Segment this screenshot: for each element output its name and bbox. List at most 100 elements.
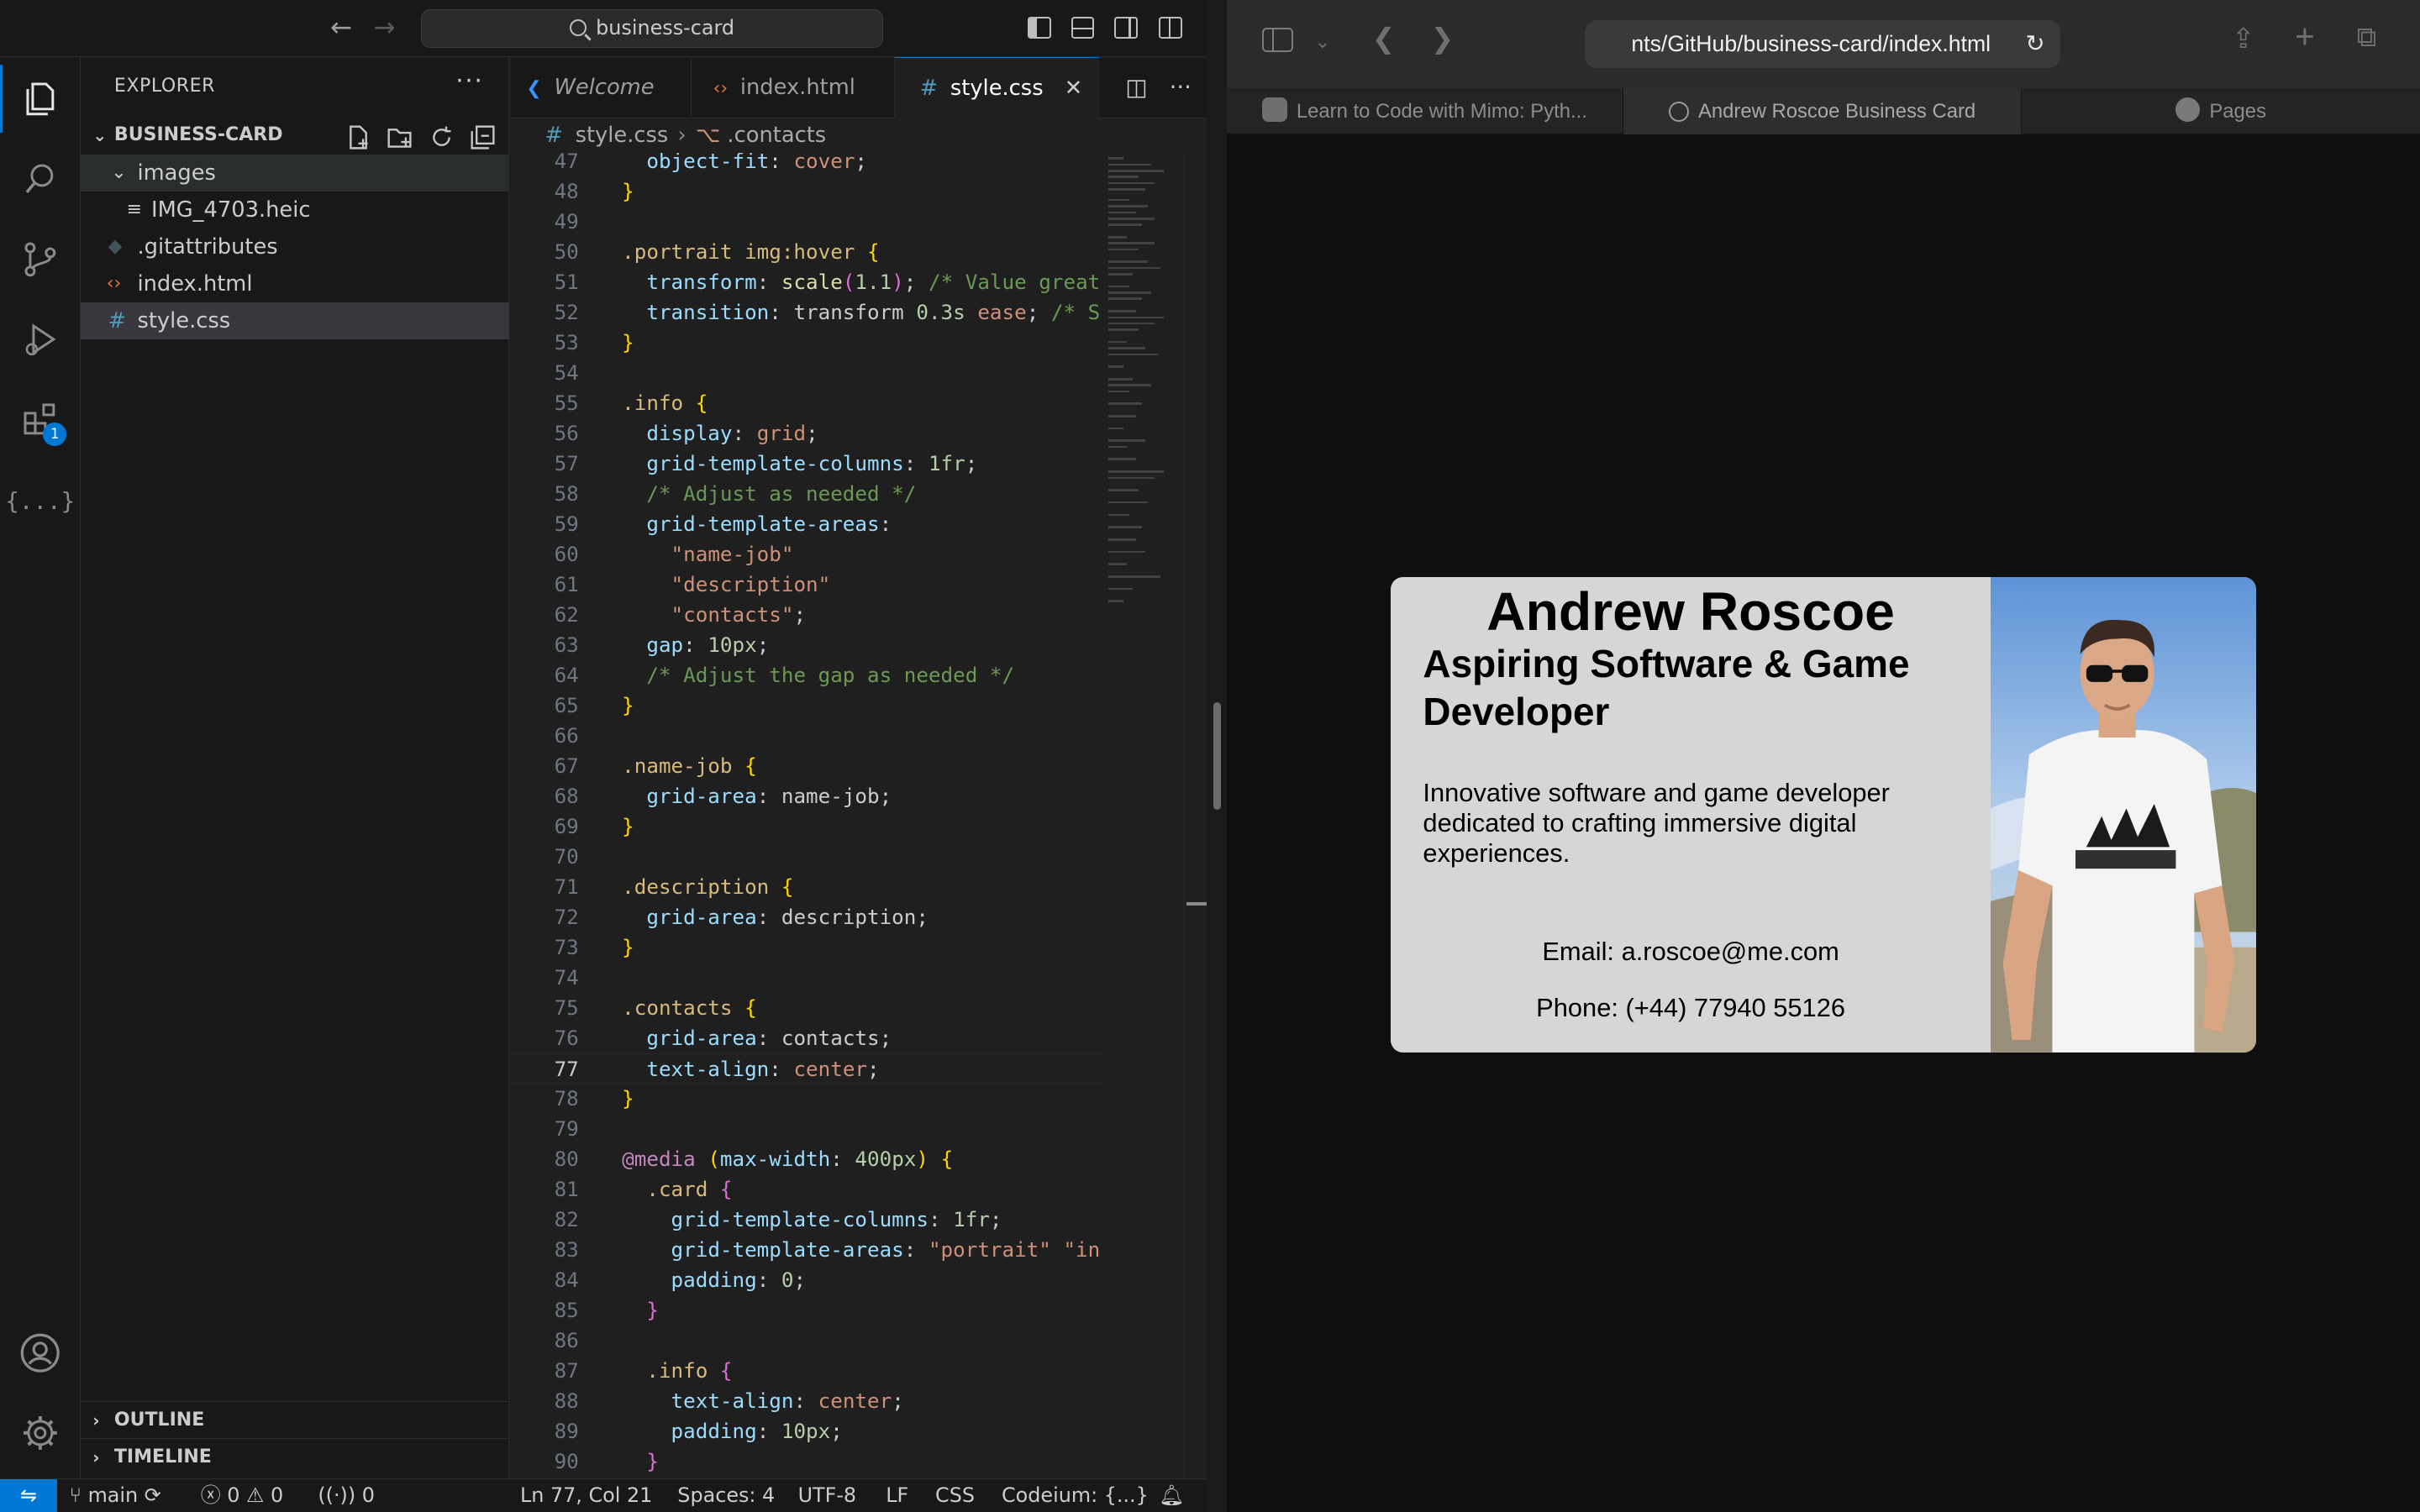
chevron-down-icon[interactable]: ⌄	[1315, 31, 1330, 53]
forward-icon[interactable]: ❯	[1431, 22, 1455, 55]
tab-style-css[interactable]: # style.css ✕	[895, 56, 1099, 119]
tab-pages[interactable]: Pages	[2022, 88, 2420, 134]
codeium-status[interactable]: Codeium: {...}	[1002, 1479, 1149, 1512]
minimap[interactable]	[1100, 152, 1184, 1478]
breadcrumb: # style.css › ⌥ .contacts	[510, 118, 1207, 153]
more-actions-icon[interactable]: ···	[1170, 74, 1192, 101]
scrollbar-cursor-marker	[1186, 902, 1208, 906]
address-bar[interactable]: nts/GitHub/business-card/index.html ↻	[1585, 19, 2060, 68]
json-icon[interactable]: {...}	[0, 468, 81, 536]
outline-label: OUTLINE	[113, 1409, 205, 1431]
git-diamond-icon: ◆	[108, 235, 123, 257]
css-hash-icon: #	[544, 123, 563, 149]
breadcrumb-symbol[interactable]: .contacts	[727, 123, 826, 148]
html-icon: ‹›	[106, 272, 122, 294]
tree-label: .gitattributes	[137, 234, 278, 260]
chevron-right-icon: ›	[92, 1410, 100, 1431]
card-description: Innovative software and game developer d…	[1423, 777, 1890, 869]
search-icon	[569, 18, 587, 36]
back-arrow-icon[interactable]: ←	[330, 13, 352, 43]
split-editor-icon[interactable]: ◫	[1125, 74, 1147, 101]
git-branch-icon: ⑂	[69, 1483, 82, 1507]
close-icon[interactable]: ✕	[1065, 58, 1083, 119]
tab-business-card[interactable]: Andrew Roscoe Business Card	[1623, 87, 2023, 134]
language-mode[interactable]: CSS	[935, 1479, 975, 1512]
splitter-handle[interactable]	[1213, 701, 1221, 811]
tab-label: Pages	[2209, 99, 2267, 123]
file-lines-icon: ≡	[126, 198, 143, 220]
cursor-position[interactable]: Ln 77, Col 21	[520, 1479, 652, 1512]
tree-file-gitattributes[interactable]: ◆ .gitattributes	[81, 228, 510, 265]
tree-file-img[interactable]: ≡ IMG_4703.heic	[81, 192, 510, 228]
ports-count: 0	[361, 1483, 375, 1507]
problems-status[interactable]: ⓧ 0 ⚠ 0	[201, 1479, 283, 1512]
safari-tabs: Learn to Code with Mimo: Pyth... Andrew …	[1227, 87, 2420, 134]
chevron-down-icon: ⌄	[111, 161, 127, 183]
portrait-photo[interactable]	[1991, 576, 2257, 1053]
extensions-icon[interactable]: 1	[0, 386, 81, 454]
toggle-secondary-sidebar-icon[interactable]	[1114, 17, 1138, 39]
run-debug-icon[interactable]	[0, 306, 81, 374]
project-header[interactable]: ⌄ BUSINESS-CARD	[81, 118, 510, 152]
remote-icon[interactable]: ⇋	[0, 1478, 57, 1512]
project-name: BUSINESS-CARD	[113, 124, 283, 146]
new-tab-icon[interactable]: +	[2295, 17, 2315, 56]
indentation-status[interactable]: Spaces: 4	[677, 1479, 775, 1512]
ports-status[interactable]: ((·)) 0	[318, 1479, 375, 1512]
toggle-primary-sidebar-icon[interactable]	[1028, 17, 1051, 39]
activity-bar: 1 {...}	[0, 56, 81, 1478]
command-center-search[interactable]: business-card	[421, 9, 883, 48]
error-icon: ⓧ	[200, 1483, 221, 1507]
sync-icon: ⟳	[144, 1483, 161, 1507]
tree-file-index-html[interactable]: ‹› index.html	[81, 265, 510, 302]
eol-status[interactable]: LF	[886, 1479, 908, 1512]
editor-actions: ◫ ···	[1125, 57, 1192, 118]
vscode-titlebar: ← → business-card	[0, 0, 1207, 57]
card-job-title: Aspiring Software & Game Developer	[1423, 642, 1910, 734]
settings-gear-icon[interactable]	[0, 1399, 81, 1467]
explorer-icon[interactable]	[0, 65, 81, 133]
symbol-icon: ⌥	[695, 123, 721, 149]
branch-status[interactable]: ⑂ main ⟳	[70, 1479, 161, 1512]
forward-arrow-icon[interactable]: →	[373, 13, 395, 43]
branch-label: main	[87, 1483, 139, 1507]
back-icon[interactable]: ❮	[1372, 22, 1396, 55]
toggle-panel-icon[interactable]	[1071, 17, 1095, 39]
notifications-bell-icon[interactable]: 🔔︎	[1159, 1479, 1184, 1512]
tab-mimo[interactable]: Learn to Code with Mimo: Pyth...	[1227, 87, 1624, 134]
accounts-icon[interactable]	[0, 1319, 81, 1387]
window-splitter[interactable]	[1207, 0, 1228, 1512]
editor-scrollbar[interactable]	[1183, 152, 1208, 1478]
tab-welcome[interactable]: ❮ Welcome	[511, 56, 692, 119]
tree-label: index.html	[137, 270, 253, 297]
tree-file-style-css[interactable]: # style.css	[80, 302, 510, 340]
tree-label: IMG_4703.heic	[150, 197, 311, 223]
code-editor[interactable]: 47 object-fit: cover; 48} 49 50 .portrait…	[510, 152, 1101, 1478]
breadcrumb-file[interactable]: style.css	[576, 123, 669, 148]
outline-section[interactable]: › OUTLINE	[80, 1400, 510, 1438]
chevron-right-icon: ›	[677, 123, 687, 149]
share-icon[interactable]: ⇪	[2232, 22, 2255, 55]
tab-overview-icon[interactable]: ⧉	[2357, 22, 2377, 54]
editor-tabs: ❮ Welcome ‹› index.html # style.css ✕ ◫ ···	[510, 56, 1207, 119]
customize-layout-icon[interactable]	[1159, 17, 1182, 39]
reload-icon[interactable]: ↻	[2026, 20, 2045, 68]
card-name: Andrew Roscoe	[1486, 580, 1895, 642]
source-control-icon[interactable]	[0, 225, 81, 293]
warning-icon: ⚠	[246, 1483, 265, 1507]
html-icon: ‹›	[713, 77, 729, 99]
more-actions-icon[interactable]: ···	[455, 66, 484, 95]
encoding-status[interactable]: UTF-8	[798, 1479, 857, 1512]
card-contacts: Email: a.roscoe@me.com Phone: (+44) 7794…	[1391, 937, 1991, 1049]
css-hash-icon: #	[108, 307, 127, 333]
card-info: Andrew Roscoe Aspiring Software & Game D…	[1391, 577, 1991, 1053]
tab-index-html[interactable]: ‹› index.html	[692, 56, 896, 119]
sidebar-icon[interactable]	[1262, 28, 1294, 53]
timeline-section[interactable]: › TIMELINE	[80, 1437, 510, 1475]
compass-icon	[1669, 102, 1689, 123]
vscode-window: ← → business-card 1 {...} EXPLORER ··· ⌄…	[0, 0, 1208, 1512]
explorer-sidebar: EXPLORER ··· ⌄ BUSINESS-CARD ⌄ images ≡ …	[80, 56, 510, 1478]
error-count: 0	[227, 1483, 240, 1507]
tree-folder-images[interactable]: ⌄ images	[80, 154, 510, 192]
search-icon[interactable]	[0, 145, 81, 213]
